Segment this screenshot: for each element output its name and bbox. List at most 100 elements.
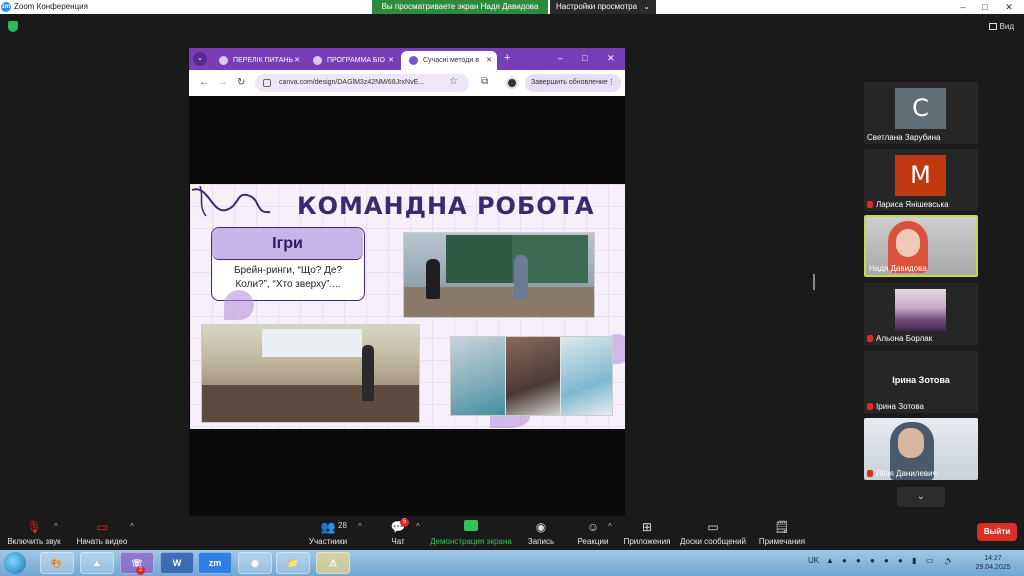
browser-tab[interactable]: ПРОГРАММА БІО ✕: [305, 51, 399, 70]
participant-tile[interactable]: C Светлана Зарубина: [864, 82, 978, 144]
url-text: canva.com/design/DAGlM3z42NM/68JrxNvE...: [279, 79, 425, 86]
browser-tab-bar: ⌄ ПЕРЕЛІК ПИТАНЬ ✕ ПРОГРАММА БІО ✕ Сучас…: [189, 48, 625, 70]
whiteboards-button[interactable]: ▭ Доски сообщений: [680, 520, 746, 546]
video-options-chevron-icon[interactable]: ^: [130, 522, 134, 531]
participants-label: Участники: [308, 537, 348, 546]
whiteboard-icon: ▭: [707, 520, 719, 534]
grid-view-icon: [988, 23, 997, 31]
system-clock[interactable]: 14:27 29.04.2025: [973, 554, 1013, 572]
word-app-icon[interactable]: W: [160, 552, 194, 574]
browser-tab-active[interactable]: Сучасні методи в ✕: [401, 51, 497, 70]
reload-icon[interactable]: ↻: [237, 77, 245, 88]
zoom-app-icon[interactable]: zm: [198, 552, 232, 574]
share-screen-label: Демонстрация экрана: [430, 537, 512, 546]
participant-name: Лілія Данилевич: [876, 469, 937, 478]
close-icon[interactable]: ✕: [607, 53, 615, 64]
record-button[interactable]: ◉ Запись: [526, 520, 556, 546]
extensions-icon[interactable]: ⧉: [481, 76, 488, 87]
minimize-icon[interactable]: –: [558, 53, 563, 63]
maximize-icon[interactable]: □: [582, 53, 587, 63]
view-settings-button[interactable]: Настройки просмотра ⌄: [550, 0, 656, 14]
title-bar: zm Zoom Конференция Вы просматриваете эк…: [0, 0, 1024, 14]
start-video-label: Начать видео: [76, 537, 128, 546]
student-figure: [426, 259, 440, 299]
participant-name-row: Ірина Зотова: [867, 402, 924, 411]
close-icon[interactable]: ✕: [998, 0, 1020, 14]
network-icon[interactable]: ▮: [912, 556, 916, 565]
tab-close-icon[interactable]: ✕: [294, 51, 300, 70]
tab-search-icon[interactable]: ⌄: [193, 52, 207, 66]
volume-icon[interactable]: 🔊: [944, 556, 954, 565]
reactions-button[interactable]: ☺ Реакции: [576, 520, 610, 546]
profile-avatar[interactable]: [506, 77, 518, 89]
share-screen-button[interactable]: Демонстрация экрана: [430, 520, 512, 546]
games-text: Брейн-ринги, “Що? Де? Коли?”, “Хто зверх…: [233, 265, 343, 290]
tray-app-icon[interactable]: ●: [842, 556, 847, 565]
participant-tile[interactable]: Лілія Данилевич: [864, 418, 978, 480]
participant-tile[interactable]: Альона Борлак: [864, 283, 978, 345]
start-video-button[interactable]: ▭ Начать видео: [76, 520, 128, 546]
notes-button[interactable]: 🗒 Примечания: [758, 520, 806, 546]
security-shield-icon[interactable]: [8, 21, 18, 32]
zoom-logo-icon: zm: [1, 2, 11, 12]
forward-arrow-icon[interactable]: →: [218, 77, 228, 88]
language-indicator[interactable]: UK: [808, 556, 819, 565]
address-bar: ← → ↻ canva.com/design/DAGlM3z42NM/68Jrx…: [189, 70, 625, 96]
scroll-down-button[interactable]: ⌄: [897, 487, 945, 507]
view-button-label: Вид: [999, 22, 1014, 31]
apps-icon: ⊞: [641, 520, 653, 534]
view-settings-label: Настройки просмотра: [556, 2, 638, 11]
leave-button[interactable]: Выйти: [977, 523, 1017, 541]
tab-close-icon[interactable]: ✕: [388, 51, 394, 70]
unmute-label: Включить звук: [7, 537, 61, 546]
flower-decoration-icon: [224, 290, 254, 320]
site-info-icon[interactable]: [263, 79, 271, 87]
apps-button[interactable]: ⊞ Приложения: [622, 520, 672, 546]
maximize-icon[interactable]: □: [974, 0, 996, 14]
warning-app-icon[interactable]: ⚠: [316, 552, 350, 574]
windows-start-icon[interactable]: [4, 552, 26, 574]
slide-title: КОМАНДНА РОБОТА: [297, 192, 595, 220]
paint-app-icon[interactable]: 🎨: [40, 552, 74, 574]
participant-tile[interactable]: M Лариса Янішевська: [864, 149, 978, 211]
tray-app-icon[interactable]: ●: [884, 556, 889, 565]
tray-expand-icon[interactable]: ▲: [826, 556, 834, 565]
browser-tab[interactable]: ПЕРЕЛІК ПИТАНЬ ✕: [211, 51, 305, 70]
video-off-icon: ▭: [96, 520, 108, 534]
minimize-icon[interactable]: –: [952, 0, 974, 14]
participant-name-row: Лариса Янішевська: [867, 200, 949, 209]
avatar-image: [895, 289, 946, 331]
file-explorer-icon[interactable]: 📁: [276, 552, 310, 574]
participant-tile-active-speaker[interactable]: Надя Давидова: [864, 215, 978, 277]
panel-resize-handle[interactable]: [813, 274, 815, 290]
muted-mic-icon: [867, 335, 873, 342]
bookmark-star-icon[interactable]: ☆: [449, 76, 458, 87]
new-tab-icon[interactable]: +: [504, 52, 510, 64]
games-heading: Ігри: [212, 228, 363, 260]
classroom-photo: [201, 324, 420, 423]
chat-options-chevron-icon[interactable]: ^: [416, 522, 420, 531]
reactions-options-chevron-icon[interactable]: ^: [608, 522, 612, 531]
audio-options-chevron-icon[interactable]: ^: [54, 522, 58, 531]
tray-app-icon[interactable]: ●: [856, 556, 861, 565]
back-arrow-icon[interactable]: ←: [199, 77, 209, 88]
share-screen-icon: [430, 520, 512, 534]
collage-cell: [451, 337, 505, 415]
tray-app-icon[interactable]: ●: [898, 556, 903, 565]
classroom-photo: [403, 232, 595, 318]
clock-date: 29.04.2025: [975, 564, 1011, 571]
update-button[interactable]: Завершить обновление ⋮: [525, 74, 621, 92]
view-button[interactable]: Вид: [988, 22, 1014, 31]
app-title: Zoom Конференция: [14, 2, 88, 11]
participant-tile[interactable]: Ірина Зотова Ірина Зотова: [864, 351, 978, 413]
participants-options-chevron-icon[interactable]: ^: [358, 522, 362, 531]
app-triangle-icon[interactable]: ▲: [80, 552, 114, 574]
chrome-app-icon[interactable]: ◉: [238, 552, 272, 574]
tab-close-icon[interactable]: ✕: [486, 51, 492, 70]
avatar: C: [895, 88, 946, 129]
action-center-icon[interactable]: ▭: [926, 556, 934, 565]
participant-name-row: Альона Борлак: [867, 334, 932, 343]
url-input[interactable]: canva.com/design/DAGlM3z42NM/68JrxNvE...: [255, 74, 469, 92]
tray-app-icon[interactable]: ●: [870, 556, 875, 565]
reactions-label: Реакции: [577, 537, 609, 546]
